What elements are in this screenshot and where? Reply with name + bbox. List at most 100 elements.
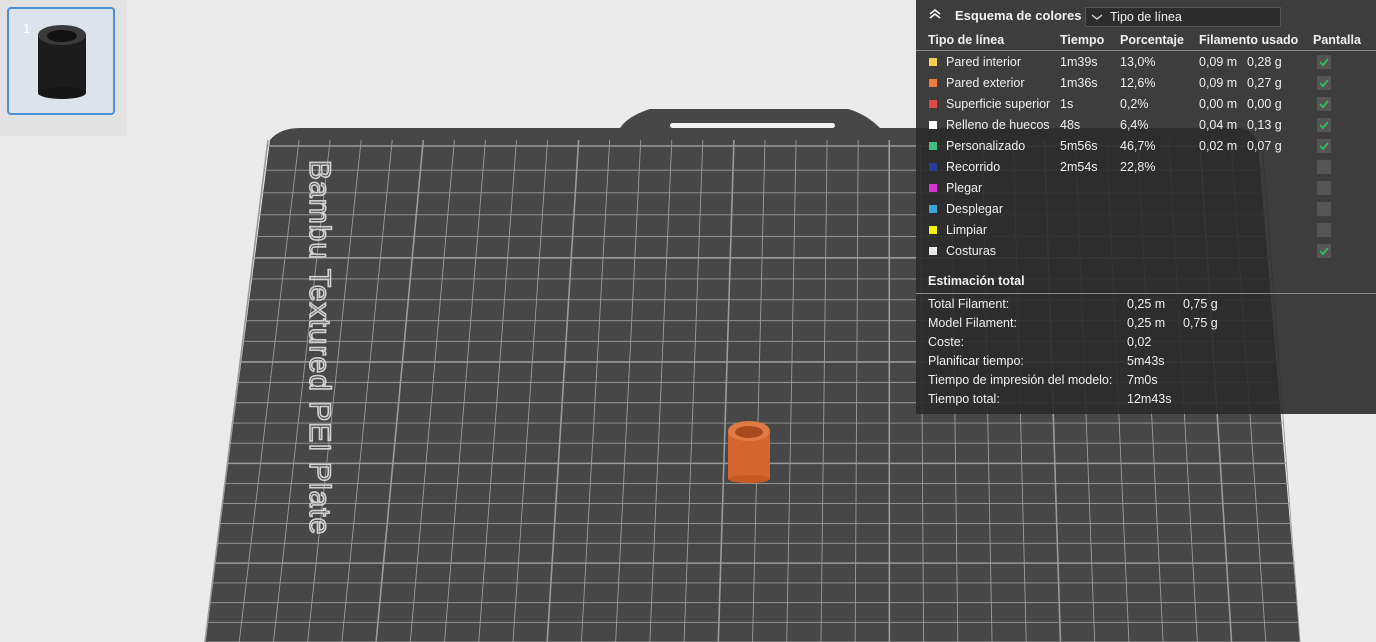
line-type-percent: 12,6% bbox=[1120, 76, 1156, 90]
col-header-percent: Porcentaje bbox=[1120, 33, 1184, 47]
summary-row: Planificar tiempo: 5m43s bbox=[916, 354, 1376, 373]
line-type-row: Plegar bbox=[916, 178, 1376, 199]
col-header-filament: Filamento usado bbox=[1199, 33, 1299, 47]
line-type-time: 1m36s bbox=[1060, 76, 1098, 90]
line-type-percent: 46,7% bbox=[1120, 139, 1156, 153]
color-swatch bbox=[929, 100, 937, 108]
line-type-percent: 22,8% bbox=[1120, 160, 1156, 174]
line-type-name: Superficie superior bbox=[946, 97, 1051, 111]
summary-row: Tiempo de impresión del modelo: 7m0s bbox=[916, 373, 1376, 392]
display-checkbox[interactable] bbox=[1317, 181, 1331, 195]
summary-label: Coste: bbox=[928, 335, 965, 349]
col-header-line-type: Tipo de línea bbox=[928, 33, 1005, 47]
line-type-percent: 0,2% bbox=[1120, 97, 1149, 111]
filament-weight: 0,13 g bbox=[1247, 118, 1282, 132]
summary-row: Tiempo total: 12m43s bbox=[916, 392, 1376, 411]
color-swatch bbox=[929, 142, 937, 150]
filament-weight: 0,27 g bbox=[1247, 76, 1282, 90]
line-type-name: Relleno de huecos bbox=[946, 118, 1050, 132]
color-swatch bbox=[929, 205, 937, 213]
summary-value: 0,25 m bbox=[1127, 316, 1166, 330]
line-type-row: Recorrido 2m54s 22,8% bbox=[916, 157, 1376, 178]
color-swatch bbox=[929, 58, 937, 66]
summary-value: 5m43s bbox=[1127, 354, 1165, 368]
line-type-percent: 6,4% bbox=[1120, 118, 1149, 132]
summary-divider bbox=[916, 293, 1376, 294]
display-checkbox[interactable] bbox=[1317, 97, 1331, 111]
object-thumbnail-panel: 1 bbox=[0, 0, 127, 136]
model-cylinder[interactable] bbox=[728, 421, 770, 483]
checkmark-icon bbox=[1319, 100, 1329, 109]
plate-handle-slot bbox=[670, 123, 835, 128]
collapse-chevron-icon[interactable] bbox=[928, 7, 942, 21]
filament-weight: 0,07 g bbox=[1247, 139, 1282, 153]
checkmark-icon bbox=[1319, 121, 1329, 130]
color-swatch bbox=[929, 247, 937, 255]
color-scheme-panel: Esquema de colores Tipo de línea Tipo de… bbox=[916, 0, 1376, 414]
display-checkbox[interactable] bbox=[1317, 55, 1331, 69]
summary-row: Total Filament: 0,25 m 0,75 g bbox=[916, 297, 1376, 316]
summary-value: 0,25 m bbox=[1127, 297, 1166, 311]
line-type-name: Pared interior bbox=[946, 55, 1022, 69]
object-thumbnail[interactable]: 1 bbox=[7, 7, 115, 115]
line-type-row: Costuras bbox=[916, 241, 1376, 262]
filament-length: 0,02 m bbox=[1199, 139, 1238, 153]
color-swatch bbox=[929, 163, 937, 171]
display-checkbox[interactable] bbox=[1317, 244, 1331, 258]
line-type-time: 1s bbox=[1060, 97, 1074, 111]
checkmark-icon bbox=[1319, 79, 1329, 88]
summary-label: Model Filament: bbox=[928, 316, 1017, 330]
header-divider bbox=[916, 50, 1376, 51]
line-type-row: Relleno de huecos 48s 6,4% 0,04 m 0,13 g bbox=[916, 115, 1376, 136]
filament-length: 0,09 m bbox=[1199, 76, 1238, 90]
summary-value-secondary: 0,75 g bbox=[1183, 297, 1218, 311]
display-checkbox[interactable] bbox=[1317, 118, 1331, 132]
summary-row: Model Filament: 0,25 m 0,75 g bbox=[916, 316, 1376, 335]
line-type-time: 2m54s bbox=[1060, 160, 1098, 174]
line-type-name: Costuras bbox=[946, 244, 997, 258]
line-type-name: Pared exterior bbox=[946, 76, 1025, 90]
line-type-name: Plegar bbox=[946, 181, 983, 195]
line-type-row: Pared interior 1m39s 13,0% 0,09 m 0,28 g bbox=[916, 52, 1376, 73]
line-type-row: Limpiar bbox=[916, 220, 1376, 241]
filament-weight: 0,00 g bbox=[1247, 97, 1282, 111]
display-checkbox[interactable] bbox=[1317, 76, 1331, 90]
summary-value: 12m43s bbox=[1127, 392, 1172, 406]
color-swatch bbox=[929, 184, 937, 192]
filament-weight: 0,28 g bbox=[1247, 55, 1282, 69]
summary-value: 0,02 bbox=[1127, 335, 1152, 349]
summary-label: Planificar tiempo: bbox=[928, 354, 1024, 368]
thumbnail-index: 1 bbox=[23, 21, 31, 36]
line-type-row: Pared exterior 1m36s 12,6% 0,09 m 0,27 g bbox=[916, 73, 1376, 94]
line-type-name: Recorrido bbox=[946, 160, 1001, 174]
line-type-time: 1m39s bbox=[1060, 55, 1098, 69]
summary-title: Estimación total bbox=[928, 274, 1025, 288]
line-type-row: Desplegar bbox=[916, 199, 1376, 220]
display-checkbox[interactable] bbox=[1317, 139, 1331, 153]
summary-label: Tiempo total: bbox=[928, 392, 1000, 406]
line-type-time: 5m56s bbox=[1060, 139, 1098, 153]
panel-title: Esquema de colores bbox=[955, 8, 1082, 23]
color-swatch bbox=[929, 79, 937, 87]
display-checkbox[interactable] bbox=[1317, 202, 1331, 216]
summary-label: Total Filament: bbox=[928, 297, 1010, 311]
filament-length: 0,09 m bbox=[1199, 55, 1238, 69]
checkmark-icon bbox=[1319, 247, 1329, 256]
filament-length: 0,04 m bbox=[1199, 118, 1238, 132]
line-type-name: Limpiar bbox=[946, 223, 987, 237]
filament-length: 0,00 m bbox=[1199, 97, 1238, 111]
line-type-name: Personalizado bbox=[946, 139, 1026, 153]
line-type-row: Superficie superior 1s 0,2% 0,00 m 0,00 g bbox=[916, 94, 1376, 115]
summary-label: Tiempo de impresión del modelo: bbox=[928, 373, 1113, 387]
color-scheme-dropdown[interactable]: Tipo de línea bbox=[1085, 7, 1281, 27]
col-header-display: Pantalla bbox=[1313, 33, 1361, 47]
summary-row: Coste: 0,02 bbox=[916, 335, 1376, 354]
color-swatch bbox=[929, 226, 937, 234]
display-checkbox[interactable] bbox=[1317, 223, 1331, 237]
line-type-time: 48s bbox=[1060, 118, 1081, 132]
display-checkbox[interactable] bbox=[1317, 160, 1331, 174]
panel-header: Esquema de colores Tipo de línea bbox=[916, 0, 1376, 32]
line-type-row: Personalizado 5m56s 46,7% 0,02 m 0,07 g bbox=[916, 136, 1376, 157]
plate-label: Bambu Textured PEI Plate bbox=[303, 160, 336, 535]
color-swatch bbox=[929, 121, 937, 129]
